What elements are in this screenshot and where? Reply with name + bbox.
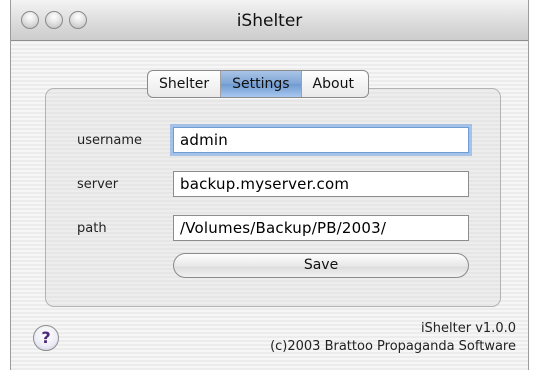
save-button[interactable]: Save	[173, 253, 469, 278]
tab-bar: Shelter Settings About	[147, 70, 369, 98]
tab-settings[interactable]: Settings	[221, 71, 302, 97]
tab-shelter[interactable]: Shelter	[148, 71, 222, 97]
path-label: path	[77, 221, 107, 236]
server-field[interactable]: backup.myserver.com	[173, 171, 469, 197]
window-title: iShelter	[236, 11, 303, 31]
version-info: iShelter v1.0.0 (c)2003 Brattoo Propagan…	[270, 320, 516, 356]
version-text: iShelter v1.0.0	[420, 321, 516, 336]
app-window: iShelter Shelter Settings About username…	[10, 0, 529, 370]
title-bar[interactable]: iShelter	[11, 0, 528, 41]
path-field[interactable]: /Volumes/Backup/PB/2003/	[173, 215, 469, 241]
username-field[interactable]: admin	[173, 127, 469, 153]
username-label: username	[77, 133, 142, 148]
help-icon: ?	[41, 328, 51, 347]
copyright-text: (c)2003 Brattoo Propaganda Software	[270, 339, 516, 354]
help-button[interactable]: ?	[33, 325, 59, 351]
tab-about[interactable]: About	[302, 71, 368, 97]
server-label: server	[77, 177, 119, 192]
